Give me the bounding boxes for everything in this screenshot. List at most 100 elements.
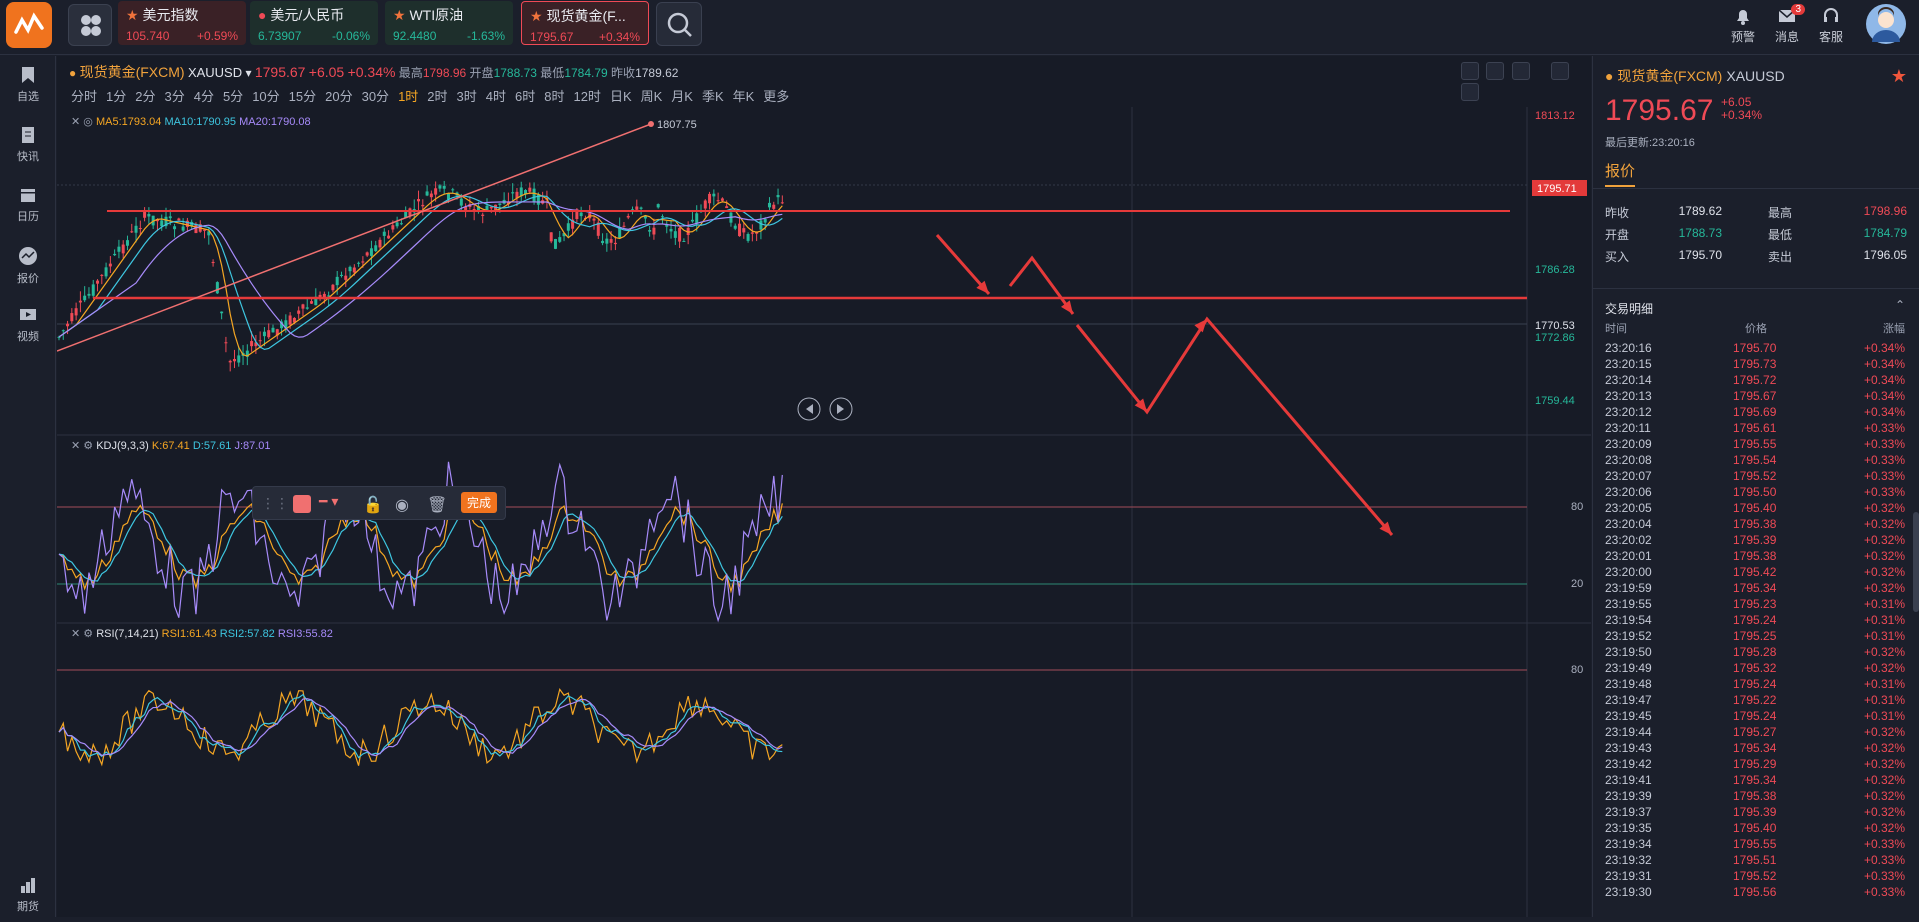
trade-time: 23:19:42 xyxy=(1605,757,1652,771)
arrow-head xyxy=(1194,319,1207,333)
trade-change: +0.32% xyxy=(1863,581,1905,595)
candle-body xyxy=(305,307,309,309)
tab-period[interactable]: 4分 xyxy=(194,89,214,104)
candle-body xyxy=(408,208,412,216)
sidebar-item-news[interactable]: 快讯 xyxy=(0,126,56,164)
settings-icon[interactable]: ⚙ xyxy=(83,440,93,452)
period-tabs: 分时 1分 2分 3分 4分 5分 10分 15分 20分 30分 1时 2时 3时 4时 6时 8时 12时日… xyxy=(71,86,798,105)
candle-body xyxy=(61,330,65,332)
tab-period[interactable]: 15分 xyxy=(289,89,316,104)
fullscreen-button[interactable] xyxy=(1551,62,1570,80)
table-row: 23:20:02 1795.39 +0.32% xyxy=(1605,532,1905,548)
table-row: 23:20:00 1795.42 +0.32% xyxy=(1605,564,1905,580)
close-icon[interactable]: ✕ xyxy=(71,116,80,128)
bookmark-icon xyxy=(22,67,34,83)
sidebar-item-watchlist[interactable]: 自选 xyxy=(0,66,56,104)
close-icon[interactable]: ✕ xyxy=(71,628,80,640)
quote-label: 卖出 xyxy=(1768,250,1793,264)
close-chart-button[interactable] xyxy=(1461,83,1479,101)
sidebar-item-quote[interactable]: 报价 xyxy=(0,246,56,286)
ticker-wti[interactable]: ★ WTI原油 92.4480 -1.63% xyxy=(385,1,513,45)
ticker-usdcnh[interactable]: ● 美元/人民币 6.73907 -0.06% xyxy=(250,1,378,45)
tab-quote[interactable]: 报价 xyxy=(1605,160,1636,187)
tab-period[interactable]: 周K xyxy=(641,89,663,104)
rsi-legend: ✕ ⚙ RSI(7,14,21) RSI1:61.43 RSI2:57.82 R… xyxy=(71,627,333,640)
candle-body xyxy=(481,214,485,216)
tab-period[interactable]: 3分 xyxy=(164,89,184,104)
table-row: 23:19:35 1795.40 +0.32% xyxy=(1605,820,1905,836)
tab-period[interactable]: 分时 xyxy=(71,89,97,104)
tab-period[interactable]: 1时 xyxy=(398,89,418,104)
ma-legend: ✕ ◎ MA5:1793.04 MA10:1790.95 MA20:1790.0… xyxy=(71,115,311,128)
tab-period[interactable]: 10分 xyxy=(252,89,279,104)
tab-period[interactable]: 6时 xyxy=(515,89,535,104)
trade-time: 23:19:30 xyxy=(1605,885,1652,899)
candle-body xyxy=(750,232,754,234)
eye-icon[interactable]: ◉ xyxy=(395,495,409,515)
tab-period[interactable]: 年K xyxy=(733,89,755,104)
ticker-name: 美元指数 xyxy=(142,7,199,23)
tab-period[interactable]: 30分 xyxy=(362,89,389,104)
alert-button[interactable]: 预警 xyxy=(1723,6,1763,45)
search-button[interactable] xyxy=(656,2,702,46)
ma5-value: MA5:1793.04 xyxy=(95,116,162,128)
sidebar-item-futures[interactable]: 期货 xyxy=(0,876,56,914)
chevron-down-icon[interactable]: ▾ xyxy=(245,66,251,80)
trade-price: 1795.56 xyxy=(1733,885,1777,899)
ticker-dxy[interactable]: ★ 美元指数 105.740 +0.59% xyxy=(118,1,246,45)
drag-handle-icon[interactable]: ⋮⋮ xyxy=(261,495,289,512)
unlock-icon[interactable]: 🔓 xyxy=(363,495,383,515)
sidebar-item-video[interactable]: 视频 xyxy=(0,306,56,344)
sidebar-item-label: 快讯 xyxy=(17,151,39,163)
tab-period[interactable]: 2时 xyxy=(427,89,447,104)
tab-period[interactable]: 1分 xyxy=(106,89,126,104)
style-tool-button[interactable] xyxy=(1511,62,1530,80)
candle-body xyxy=(335,276,339,286)
trade-price: 1795.28 xyxy=(1733,645,1777,659)
grid-icon xyxy=(81,15,101,36)
indicator-tool-button[interactable] xyxy=(1461,62,1479,80)
app-logo[interactable] xyxy=(6,2,52,48)
close-icon[interactable]: ✕ xyxy=(71,440,80,452)
line-style-icon[interactable]: ━ ▾ xyxy=(319,493,338,510)
draw-tool-button[interactable] xyxy=(1486,62,1505,80)
tab-period[interactable]: 月K xyxy=(671,89,693,104)
color-swatch[interactable] xyxy=(293,495,311,513)
tab-period[interactable]: 4时 xyxy=(486,89,506,104)
tab-period[interactable]: 8时 xyxy=(544,89,564,104)
candle-body xyxy=(712,193,716,197)
tab-period[interactable]: 5分 xyxy=(223,89,243,104)
tab-period[interactable]: 季K xyxy=(702,89,724,104)
service-label: 客服 xyxy=(1818,30,1843,44)
scrollbar[interactable] xyxy=(1913,512,1919,612)
quote-label: 开盘 xyxy=(1605,228,1630,242)
tab-period[interactable]: 更多 xyxy=(763,89,789,104)
tab-period[interactable]: 3时 xyxy=(457,89,477,104)
tab-period[interactable]: 日K xyxy=(610,89,632,104)
panel-change-pct: +0.34% xyxy=(1721,108,1763,122)
apps-menu-button[interactable] xyxy=(68,4,112,46)
tab-period[interactable]: 12时 xyxy=(573,89,600,104)
table-row: 23:19:37 1795.39 +0.32% xyxy=(1605,804,1905,820)
symbol-code[interactable]: XAUUSD xyxy=(188,65,242,80)
candle-body xyxy=(511,192,515,194)
candle-body xyxy=(669,228,673,232)
table-row: 23:20:06 1795.50 +0.33% xyxy=(1605,484,1905,500)
done-button[interactable]: 完成 xyxy=(461,492,498,513)
avatar[interactable] xyxy=(1866,4,1906,44)
trade-list[interactable]: 23:20:16 1795.70 +0.34% 23:20:15 1795.73 +0.3… xyxy=(1605,340,1905,900)
message-button[interactable]: 3 消息 xyxy=(1767,4,1807,45)
table-row: 23:20:05 1795.40 +0.32% xyxy=(1605,500,1905,516)
service-button[interactable]: 客服 xyxy=(1811,6,1851,45)
tab-period[interactable]: 20分 xyxy=(325,89,352,104)
trash-icon[interactable]: 🗑 xyxy=(427,495,447,515)
settings-icon[interactable]: ◎ xyxy=(83,116,93,128)
quote-panel: ● 现货黄金(FXCM) XAUUSD ★ 1795.67 +6.05 +0.34… xyxy=(1592,56,1919,917)
ticker-gold[interactable]: ★ 现货黄金(F... 1795.67 +0.34% xyxy=(521,1,649,45)
settings-icon[interactable]: ⚙ xyxy=(83,628,93,640)
symbol-name[interactable]: 现货黄金(FXCM) xyxy=(80,64,185,80)
tab-period[interactable]: 2分 xyxy=(135,89,155,104)
favorite-star-icon[interactable]: ★ xyxy=(1891,66,1907,87)
sidebar-item-calendar[interactable]: 日历 xyxy=(0,186,56,224)
chevron-up-icon[interactable]: ⌃ xyxy=(1895,298,1905,312)
